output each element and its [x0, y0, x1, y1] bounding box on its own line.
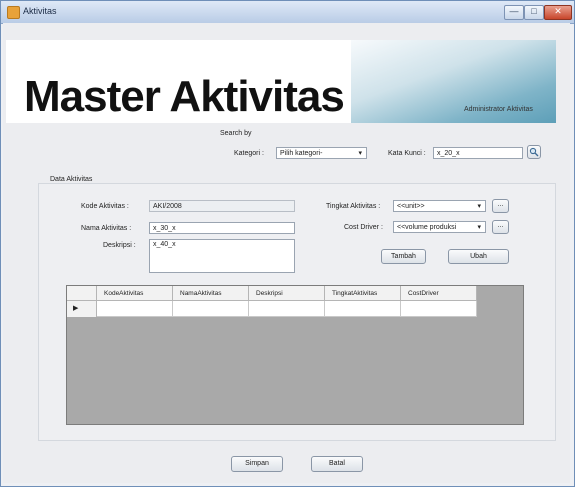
app-icon: [7, 6, 20, 19]
deskripsi-textarea[interactable]: x_40_x: [149, 239, 295, 273]
search-button[interactable]: [527, 145, 541, 159]
search-by-heading: Search by: [220, 130, 252, 137]
row-selector[interactable]: ▶: [67, 301, 97, 317]
nama-aktivitas-input[interactable]: x_30_x: [149, 222, 295, 234]
column-header-nama[interactable]: NamaAktivitas: [173, 286, 249, 301]
close-button[interactable]: ✕: [544, 5, 572, 20]
chevron-down-icon: ▾: [477, 224, 481, 231]
table-row[interactable]: ▶: [67, 301, 477, 317]
nama-aktivitas-label: Nama Aktivitas :: [81, 225, 132, 232]
maximize-button[interactable]: □: [524, 5, 544, 20]
table-cell[interactable]: [249, 301, 325, 317]
ubah-button[interactable]: Ubah: [448, 249, 509, 264]
kategori-select[interactable]: Pilih kategori- ▾: [276, 147, 367, 159]
kode-aktivitas-field: AKI/2008: [149, 200, 295, 212]
kata-kunci-label: Kata Kunci :: [388, 150, 426, 157]
column-header-tingkat[interactable]: TingkatAktivitas: [325, 286, 401, 301]
kode-aktivitas-label: Kode Aktivitas :: [81, 203, 129, 210]
chevron-down-icon: ▾: [477, 203, 481, 210]
title-bar[interactable]: Aktivitas — □ ✕: [1, 1, 574, 24]
batal-button[interactable]: Batal: [311, 456, 363, 472]
column-header-kode[interactable]: KodeAktivitas: [97, 286, 173, 301]
column-header-cost-driver[interactable]: CostDriver: [401, 286, 477, 301]
grid-corner[interactable]: [67, 286, 97, 301]
window-title: Aktivitas: [23, 6, 57, 16]
grid-header-row: KodeAktivitas NamaAktivitas Deskripsi Ti…: [67, 286, 477, 301]
tingkat-browse-button[interactable]: ...: [492, 199, 509, 213]
tambah-button[interactable]: Tambah: [381, 249, 426, 264]
data-aktivitas-legend: Data Aktivitas: [48, 176, 95, 183]
cost-driver-browse-button[interactable]: ...: [492, 220, 509, 234]
tingkat-aktivitas-select[interactable]: <<unit>> ▾: [393, 200, 486, 212]
table-cell[interactable]: [325, 301, 401, 317]
deskripsi-label: Deskripsi :: [103, 242, 136, 249]
kata-kunci-input[interactable]: x_20_x: [433, 147, 523, 159]
magnifier-icon: [529, 147, 539, 157]
banner-admin-label: Administrator Aktivitas: [464, 106, 533, 113]
table-cell[interactable]: [173, 301, 249, 317]
page-title: Master Aktivitas: [24, 72, 345, 121]
kategori-label: Kategori :: [234, 150, 264, 157]
simpan-button[interactable]: Simpan: [231, 456, 283, 472]
tingkat-aktivitas-label: Tingkat Aktivitas :: [326, 203, 381, 210]
column-header-deskripsi[interactable]: Deskripsi: [249, 286, 325, 301]
chevron-down-icon: ▾: [358, 150, 362, 157]
cost-driver-select[interactable]: <<volume produksi ▾: [393, 221, 486, 233]
minimize-button[interactable]: —: [504, 5, 524, 20]
cost-driver-label: Cost Driver :: [344, 224, 383, 231]
aktivitas-data-grid[interactable]: KodeAktivitas NamaAktivitas Deskripsi Ti…: [66, 285, 524, 425]
table-cell[interactable]: [97, 301, 173, 317]
table-cell[interactable]: [401, 301, 477, 317]
